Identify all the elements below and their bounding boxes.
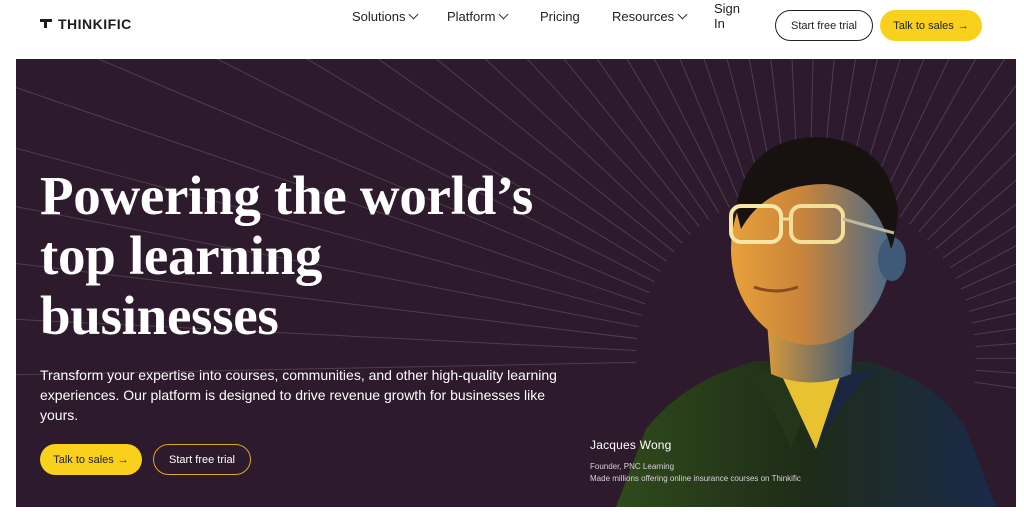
- chevron-down-icon: [677, 9, 688, 19]
- nav-item-label: Sign In: [714, 1, 741, 31]
- chevron-down-icon: [498, 9, 509, 19]
- nav-item-pricing[interactable]: Pricing: [540, 9, 580, 24]
- nav-item-sign-in[interactable]: Sign In: [714, 1, 740, 31]
- brand-name: THINKIFIC: [58, 16, 132, 32]
- testimonial-name: Jacques Wong: [590, 438, 672, 452]
- talk-to-sales-button[interactable]: Talk to sales →: [880, 10, 982, 41]
- chevron-down-icon: [409, 9, 419, 19]
- nav-item-label: Pricing: [540, 8, 580, 24]
- logo-mark-icon: [40, 17, 52, 31]
- nav-item-label: Resources: [612, 8, 675, 24]
- arrow-right-icon: →: [117, 453, 129, 466]
- nav-item-platform[interactable]: Platform: [447, 8, 509, 24]
- nav-item-label: Solutions: [352, 8, 406, 24]
- testimonial-description: Made millions offering online insurance …: [590, 474, 801, 483]
- hero-title-line: top learning: [40, 225, 323, 286]
- hero-section: Powering the world’s top learning busine…: [16, 59, 1016, 507]
- button-label: Talk to sales: [53, 453, 114, 466]
- button-label: Talk to sales: [893, 19, 954, 32]
- start-free-trial-button[interactable]: Start free trial: [775, 10, 873, 41]
- nav-item-resources[interactable]: Resources: [612, 8, 688, 24]
- hero-start-free-trial-button[interactable]: Start free trial: [153, 444, 251, 475]
- nav-item-solutions[interactable]: Solutions: [352, 8, 419, 24]
- button-label: Start free trial: [790, 19, 858, 32]
- button-label: Start free trial: [168, 453, 236, 466]
- top-nav: THINKIFIC Solutions Platform Pricing Res…: [0, 0, 1024, 52]
- hero-title-line: Powering the world’s: [40, 165, 534, 226]
- hero-talk-to-sales-button[interactable]: Talk to sales →: [40, 444, 142, 475]
- testimonial-role: Founder, PNC Learning: [590, 462, 675, 471]
- nav-item-label: Platform: [447, 8, 496, 24]
- arrow-right-icon: →: [957, 19, 969, 32]
- thinkific-logo[interactable]: THINKIFIC: [40, 16, 132, 32]
- hero-subtitle: Transform your expertise into courses, c…: [40, 367, 557, 423]
- hero-title-line: businesses: [40, 285, 279, 346]
- hero-title: Powering the world’s top learning busine…: [40, 166, 600, 346]
